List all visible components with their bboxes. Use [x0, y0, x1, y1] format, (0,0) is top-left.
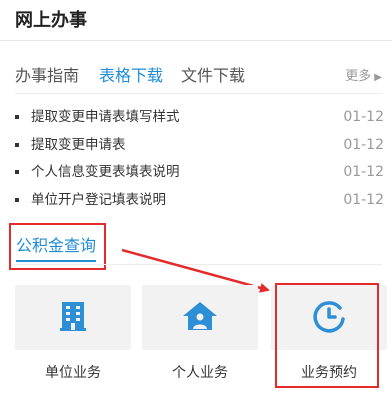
list-item-date: 01-12: [343, 192, 384, 209]
list-item-title: 提取变更申请表: [31, 136, 126, 153]
page-title: 网上办事: [15, 10, 87, 31]
appointment-tile[interactable]: [271, 285, 387, 350]
tab-file-download[interactable]: 文件下载: [181, 62, 245, 86]
download-list: 提取变更申请表填写样式 01-12 提取变更申请表 01-12 个人信息变更表填表说…: [15, 106, 384, 217]
personal-business-label: 个人业务: [172, 365, 228, 381]
person-house-icon: [181, 300, 219, 336]
chevron-right-icon: ▶: [374, 72, 382, 83]
divider: [15, 93, 382, 94]
list-item[interactable]: 提取变更申请表 01-12: [15, 134, 384, 162]
list-item-date: 01-12: [343, 136, 384, 153]
divider: [0, 40, 392, 41]
unit-business-tile[interactable]: [15, 285, 131, 350]
list-item[interactable]: 单位开户登记填表说明 01-12: [15, 189, 384, 217]
clock-icon: [312, 299, 346, 337]
list-item-title: 单位开户登记填表说明: [31, 192, 166, 209]
tab-form-download[interactable]: 表格下载: [99, 62, 163, 86]
list-item[interactable]: 提取变更申请表填写样式 01-12: [15, 106, 384, 134]
tab-bar: 办事指南 表格下载 文件下载 更多 ▶: [15, 62, 382, 86]
appointment-label: 业务预约: [301, 365, 357, 381]
list-item-title: 提取变更申请表填写样式: [31, 109, 180, 125]
list-item-date: 01-12: [343, 109, 384, 125]
fund-query-tab[interactable]: 公积金查询: [16, 232, 97, 262]
tab-guide[interactable]: 办事指南: [15, 62, 79, 86]
personal-business-tile[interactable]: [142, 285, 258, 350]
more-link[interactable]: 更多 ▶: [345, 65, 382, 84]
bullet-icon: [15, 170, 19, 175]
unit-business-label: 单位业务: [45, 365, 101, 381]
bullet-icon: [15, 115, 19, 119]
more-label: 更多: [345, 69, 372, 84]
list-item-date: 01-12: [343, 164, 384, 181]
list-item-title: 个人信息变更表填表说明: [31, 164, 180, 181]
list-item[interactable]: 个人信息变更表填表说明 01-12: [15, 161, 384, 189]
divider: [15, 264, 382, 265]
building-icon: [60, 300, 86, 336]
bullet-icon: [15, 142, 19, 147]
bullet-icon: [15, 198, 19, 203]
